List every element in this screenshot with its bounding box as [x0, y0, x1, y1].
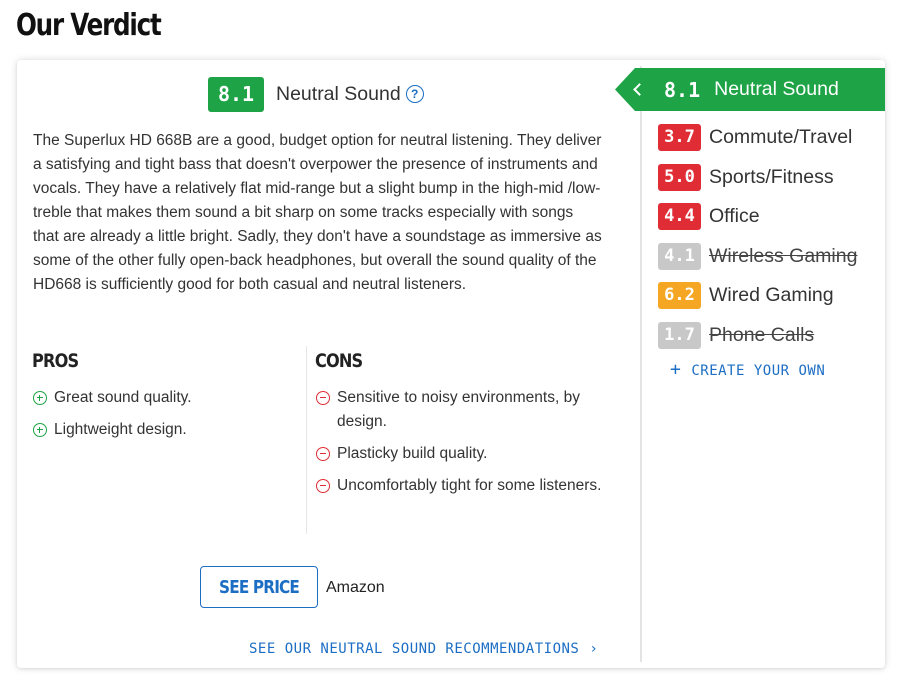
score-badge: 6.2 [658, 282, 701, 310]
con-item-text: Sensitive to noisy environments, by desi… [337, 389, 580, 430]
cons-list: Sensitive to noisy environments, by desi… [316, 386, 606, 506]
sidebar-item-label: Wired Gaming [709, 284, 834, 307]
verdict-score-badge: 8.1 [208, 76, 264, 112]
pro-item-text: Lightweight design. [54, 421, 187, 438]
verdict-description: The Superlux HD 668B are a good, budget … [33, 132, 602, 293]
minus-circle-icon [316, 479, 330, 493]
pros-list: Great sound quality. Lightweight design. [33, 386, 293, 450]
pro-item: Great sound quality. [33, 386, 293, 410]
sidebar-item-wired-gaming[interactable]: 6.2 Wired Gaming [658, 276, 857, 316]
minus-circle-icon [316, 391, 330, 405]
page-title: Our Verdict [16, 8, 162, 43]
pros-heading: PROS [32, 350, 79, 372]
verdict-usage-label: Neutral Sound [276, 82, 401, 105]
pro-item-text: Great sound quality. [54, 389, 192, 406]
chevron-left-icon [633, 83, 646, 96]
plus-icon: + [670, 359, 682, 380]
sidebar-active-label: Neutral Sound [714, 78, 839, 100]
chevron-right-icon: › [589, 641, 599, 657]
help-icon[interactable]: ? [405, 85, 424, 103]
score-badge: 4.1 [658, 242, 701, 270]
see-price-button[interactable]: SEE PRICE [200, 566, 318, 608]
see-price-label: SEE PRICE [219, 576, 300, 598]
sidebar-item-label: Wireless Gaming [709, 244, 858, 267]
pro-item: Lightweight design. [33, 418, 293, 442]
cons-heading: CONS [315, 350, 363, 372]
minus-circle-icon [316, 447, 330, 461]
sidebar-item-wireless-gaming[interactable]: 4.1 Wireless Gaming [658, 237, 857, 277]
score-badge: 3.7 [658, 124, 701, 152]
con-item: Plasticky build quality. [316, 442, 606, 466]
sidebar-item-label: Sports/Fitness [709, 165, 834, 188]
sidebar-usage-list: 3.7 Commute/Travel 5.0 Sports/Fitness 4.… [658, 118, 857, 355]
sidebar-item-office[interactable]: 4.4 Office [658, 197, 857, 237]
con-item-text: Uncomfortably tight for some listeners. [337, 477, 602, 494]
store-name: Amazon [326, 579, 385, 596]
sidebar-item-label: Phone Calls [709, 323, 815, 346]
con-item: Sensitive to noisy environments, by desi… [316, 386, 606, 434]
verdict-header: 8.1 Neutral Sound ? [208, 76, 424, 112]
con-item-text: Plasticky build quality. [337, 445, 488, 462]
sidebar-item-sports-fitness[interactable]: 5.0 Sports/Fitness [658, 158, 857, 198]
score-badge: 1.7 [658, 321, 701, 349]
plus-circle-icon [33, 391, 47, 405]
recommendations-link[interactable]: SEE OUR NEUTRAL SOUND RECOMMENDATIONS › [249, 641, 598, 657]
create-your-own-link[interactable]: + CREATE YOUR OWN [670, 359, 825, 380]
con-item: Uncomfortably tight for some listeners. [316, 474, 606, 498]
sidebar-item-label: Commute/Travel [709, 126, 853, 149]
sidebar-item-phone-calls[interactable]: 1.7 Phone Calls [658, 316, 857, 356]
sidebar-active-score: 8.1 [664, 77, 701, 102]
score-badge: 4.4 [658, 203, 701, 231]
plus-circle-icon [33, 423, 47, 437]
recommendations-link-label: SEE OUR NEUTRAL SOUND RECOMMENDATIONS [249, 641, 580, 657]
sidebar-item-commute-travel[interactable]: 3.7 Commute/Travel [658, 118, 857, 158]
create-your-own-label: CREATE YOUR OWN [691, 363, 826, 379]
sidebar-item-neutral-sound[interactable]: 8.1 Neutral Sound [615, 68, 885, 111]
score-badge: 5.0 [658, 163, 701, 191]
pros-cons-divider [306, 346, 307, 534]
sidebar-divider [640, 66, 642, 662]
sidebar-item-label: Office [709, 205, 760, 228]
